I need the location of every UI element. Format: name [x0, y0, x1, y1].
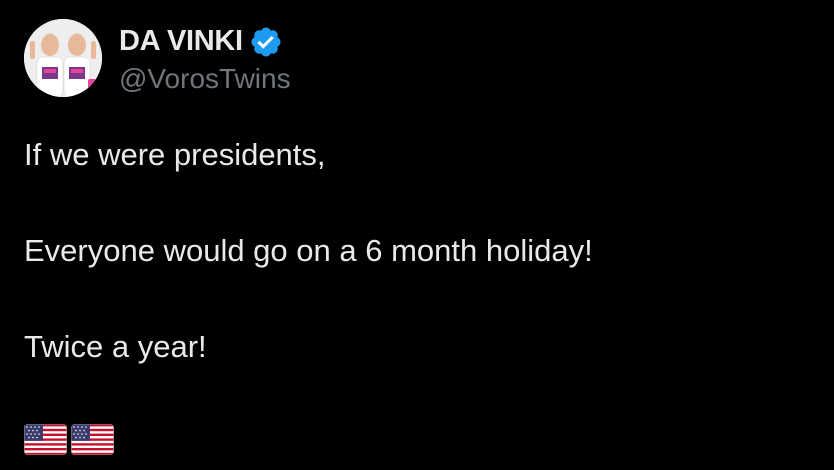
user-names: DA VINKI @VorosTwins	[119, 19, 291, 97]
avatar[interactable]	[24, 19, 102, 97]
emoji-row	[24, 424, 114, 455]
tweet-line: Twice a year!	[24, 329, 207, 364]
tweet: DA VINKI @VorosTwins If we were presiden…	[0, 0, 834, 470]
user-handle[interactable]: @VorosTwins	[119, 63, 291, 95]
avatar-image	[24, 19, 102, 97]
us-flag-icon	[24, 424, 67, 455]
tweet-text: If we were presidents, Everyone would go…	[24, 131, 814, 419]
verified-badge-icon[interactable]	[249, 25, 283, 59]
tweet-line: If we were presidents,	[24, 137, 326, 172]
name-row: DA VINKI	[119, 22, 291, 62]
tweet-header: DA VINKI @VorosTwins	[24, 18, 291, 98]
tweet-line: Everyone would go on a 6 month holiday!	[24, 233, 593, 268]
us-flag-icon	[71, 424, 114, 455]
display-name[interactable]: DA VINKI	[119, 25, 243, 58]
